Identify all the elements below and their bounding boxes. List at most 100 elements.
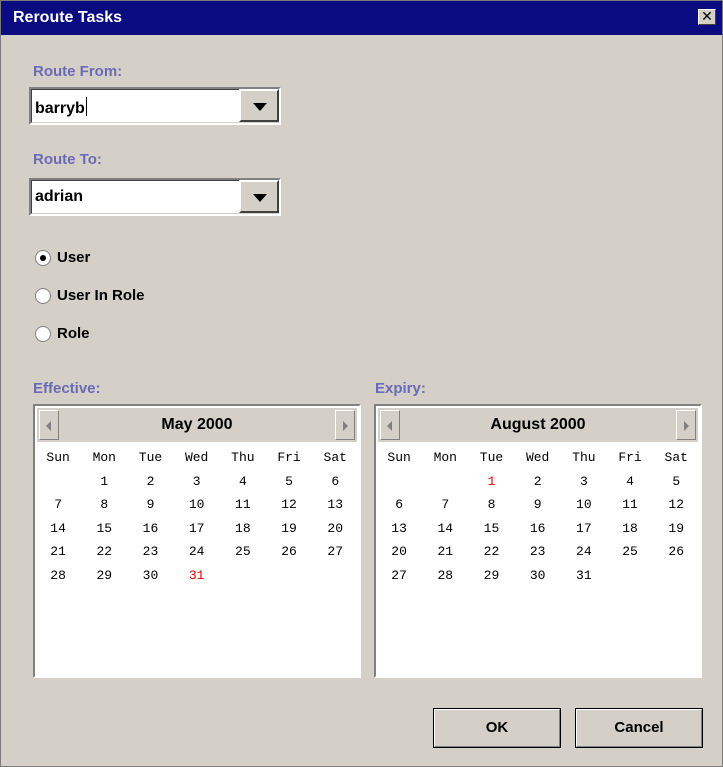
effective-day-cell[interactable]: 4 [220, 470, 266, 494]
effective-weekday-header: Wed [184, 450, 209, 465]
effective-day-cell[interactable]: 9 [127, 493, 173, 517]
effective-next-month-button[interactable] [335, 410, 355, 440]
effective-day-cell[interactable]: 27 [312, 540, 358, 564]
expiry-weekday-header: Sat [664, 450, 688, 465]
effective-weekday-header: Thu [231, 450, 255, 465]
effective-day-cell[interactable]: 3 [174, 470, 220, 494]
expiry-prev-month-button[interactable] [380, 410, 400, 440]
expiry-day-cell[interactable]: 3 [561, 470, 607, 494]
expiry-day-cell[interactable]: 6 [376, 493, 422, 517]
expiry-day-cell[interactable]: 26 [653, 540, 699, 564]
effective-day-cell[interactable]: 13 [312, 493, 358, 517]
expiry-weekday-header: Mon [433, 450, 457, 465]
effective-day-cell[interactable]: 29 [81, 564, 127, 588]
expiry-month-title: August 2000 [490, 416, 586, 433]
title-bar[interactable]: Reroute Tasks ✕ [1, 1, 722, 35]
effective-day-cell[interactable]: 30 [127, 564, 173, 588]
expiry-day-cell[interactable]: 28 [422, 564, 468, 588]
expiry-day-cell[interactable]: 13 [376, 517, 422, 541]
expiry-day-cell[interactable]: 7 [422, 493, 468, 517]
route-from-label: Route From: [33, 63, 123, 80]
expiry-day-cell[interactable]: 8 [468, 493, 514, 517]
expiry-day-cell[interactable]: 11 [607, 493, 653, 517]
expiry-day-cell[interactable]: 19 [653, 517, 699, 541]
route-to-combo[interactable]: adrian [29, 178, 281, 216]
effective-day-cell[interactable]: 20 [312, 517, 358, 541]
effective-day-cell[interactable]: 1 [81, 470, 127, 494]
radio-user-circle[interactable] [35, 250, 51, 266]
effective-calendar-header: May 2000 [37, 408, 357, 442]
effective-day-cell[interactable]: 21 [35, 540, 81, 564]
effective-day-cell[interactable]: 7 [35, 493, 81, 517]
cancel-button-label: Cancel [614, 719, 664, 736]
expiry-day-cell[interactable]: 23 [515, 540, 561, 564]
expiry-weekday-header: Thu [572, 450, 596, 465]
effective-day-cell[interactable]: 8 [81, 493, 127, 517]
effective-prev-month-button[interactable] [39, 410, 59, 440]
expiry-day-cell[interactable]: 20 [376, 540, 422, 564]
radio-user-label[interactable]: User [57, 249, 90, 266]
route-to-dropdown-button[interactable] [239, 180, 279, 213]
cancel-button[interactable]: Cancel [575, 708, 703, 748]
effective-day-cell[interactable]: 26 [266, 540, 312, 564]
effective-day-cell[interactable]: 22 [81, 540, 127, 564]
radio-user-in-role-label[interactable]: User In Role [57, 287, 145, 304]
expiry-day-cell[interactable]: 17 [561, 517, 607, 541]
expiry-day-cell[interactable]: 4 [607, 470, 653, 494]
effective-month-title: May 2000 [161, 416, 233, 433]
close-icon[interactable]: ✕ [698, 9, 716, 25]
effective-day-cell[interactable]: 15 [81, 517, 127, 541]
expiry-day-cell[interactable]: 10 [561, 493, 607, 517]
effective-weekday-header: Sun [46, 450, 70, 465]
expiry-day-cell[interactable]: 18 [607, 517, 653, 541]
effective-day-cell[interactable]: 14 [35, 517, 81, 541]
expiry-weekday-header: Fri [618, 450, 642, 465]
radio-role-label[interactable]: Role [57, 325, 90, 342]
effective-label: Effective: [33, 380, 101, 397]
expiry-day-cell[interactable]: 1 [468, 470, 514, 494]
expiry-day-cell[interactable]: 27 [376, 564, 422, 588]
effective-day-cell[interactable]: 18 [220, 517, 266, 541]
expiry-day-cell[interactable]: 16 [515, 517, 561, 541]
route-to-value[interactable]: adrian [35, 188, 83, 206]
effective-day-cell[interactable]: 16 [127, 517, 173, 541]
effective-day-cell[interactable]: 6 [312, 470, 358, 494]
effective-day-cell[interactable]: 17 [174, 517, 220, 541]
effective-day-cell[interactable]: 31 [174, 564, 220, 588]
expiry-label: Expiry: [375, 380, 426, 397]
effective-weekday-header: Tue [138, 450, 163, 465]
expiry-day-cell[interactable]: 14 [422, 517, 468, 541]
expiry-next-month-button[interactable] [676, 410, 696, 440]
expiry-day-cell[interactable]: 2 [515, 470, 561, 494]
expiry-day-cell[interactable]: 21 [422, 540, 468, 564]
expiry-day-cell[interactable]: 30 [515, 564, 561, 588]
effective-day-cell[interactable]: 24 [174, 540, 220, 564]
expiry-day-cell[interactable]: 15 [468, 517, 514, 541]
expiry-day-cell[interactable]: 31 [561, 564, 607, 588]
expiry-day-cell[interactable]: 29 [468, 564, 514, 588]
effective-day-cell[interactable]: 23 [127, 540, 173, 564]
effective-day-cell[interactable]: 5 [266, 470, 312, 494]
effective-day-cell[interactable]: 2 [127, 470, 173, 494]
route-from-dropdown-button[interactable] [239, 89, 279, 122]
expiry-weekday-header: Wed [525, 450, 550, 465]
effective-day-cell[interactable]: 11 [220, 493, 266, 517]
effective-day-cell[interactable]: 12 [266, 493, 312, 517]
route-from-combo[interactable]: barryb [29, 87, 281, 125]
expiry-day-cell[interactable]: 12 [653, 493, 699, 517]
window-title: Reroute Tasks [13, 9, 123, 26]
radio-user-in-role-circle[interactable] [35, 288, 51, 304]
expiry-day-cell[interactable]: 25 [607, 540, 653, 564]
effective-day-cell[interactable]: 25 [220, 540, 266, 564]
effective-day-cell[interactable]: 10 [174, 493, 220, 517]
ok-button[interactable]: OK [433, 708, 561, 748]
effective-day-cell[interactable]: 28 [35, 564, 81, 588]
radio-role-circle[interactable] [35, 326, 51, 342]
effective-day-cell[interactable]: 19 [266, 517, 312, 541]
expiry-day-cell[interactable]: 24 [561, 540, 607, 564]
expiry-day-cell[interactable]: 5 [653, 470, 699, 494]
expiry-day-cell[interactable]: 9 [515, 493, 561, 517]
expiry-day-cell[interactable]: 22 [468, 540, 514, 564]
route-from-input[interactable]: barryb [35, 100, 85, 117]
effective-weekday-header: Sat [323, 450, 347, 465]
